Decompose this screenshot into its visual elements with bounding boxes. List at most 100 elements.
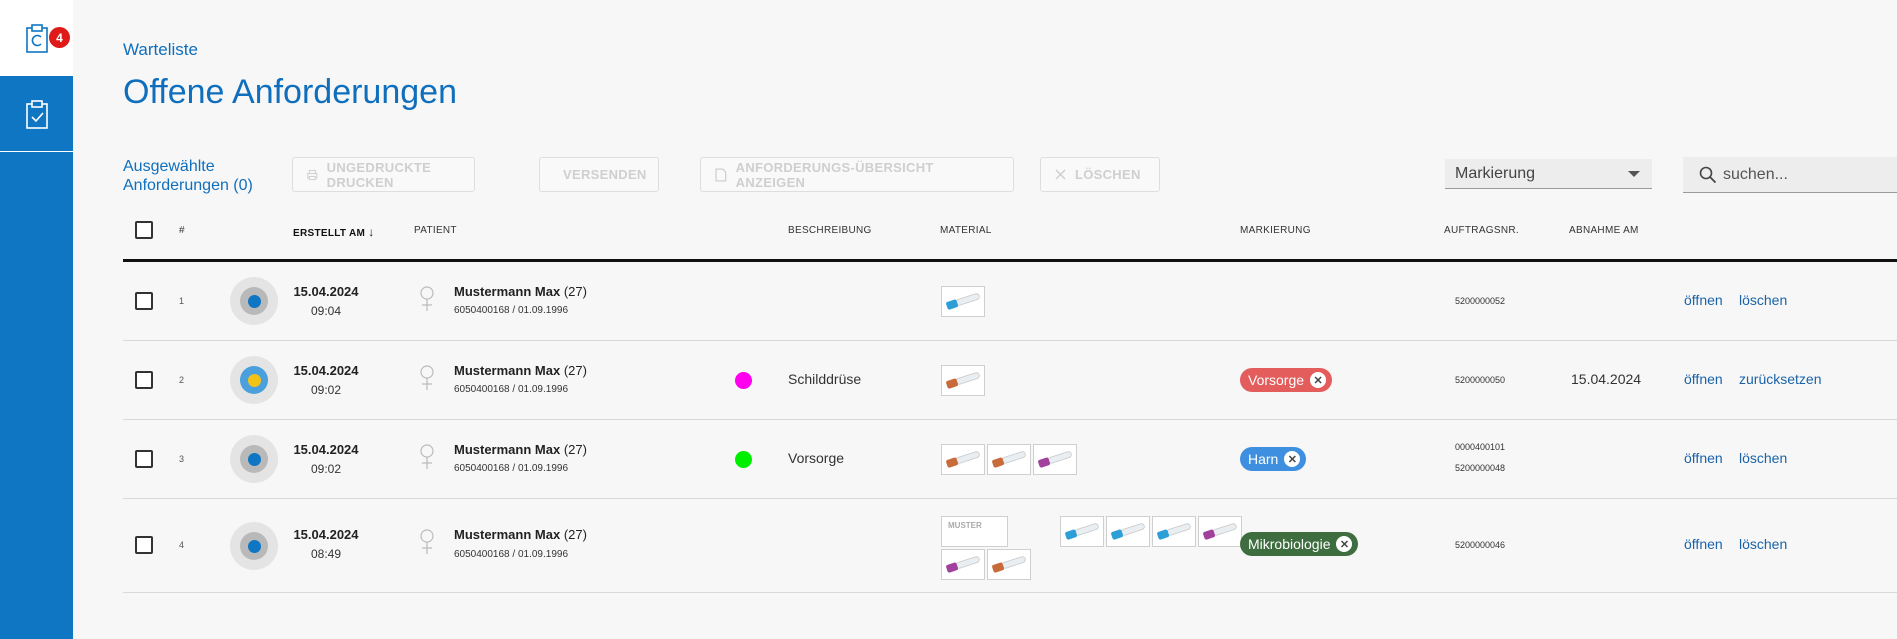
tube-icon <box>946 293 980 310</box>
patient-name: Mustermann Max (27) <box>454 363 587 378</box>
printer-icon <box>307 169 318 180</box>
patient-age: (27) <box>563 363 587 378</box>
marker-tag: Mikrobiologie ✕ <box>1240 532 1359 556</box>
delete-link[interactable]: löschen <box>1739 292 1787 308</box>
patient-id: 6050400168 / 01.09.1996 <box>454 384 568 395</box>
delete-link[interactable]: löschen <box>1739 450 1787 466</box>
search-input[interactable] <box>1723 165 1893 184</box>
patient-name-text: Mustermann Max <box>454 284 561 299</box>
patient-name: Mustermann Max (27) <box>454 527 587 542</box>
tube-icon <box>1203 523 1237 540</box>
material-tube-blue <box>1106 516 1150 547</box>
notification-badge: 4 <box>49 27 70 48</box>
material-tube-blue <box>941 286 985 317</box>
status-dot <box>247 294 261 308</box>
open-link[interactable]: öffnen <box>1684 371 1723 387</box>
remove-tag-icon[interactable]: ✕ <box>1284 451 1301 467</box>
marker-tag: Harn ✕ <box>1240 447 1307 471</box>
row-number: 1 <box>179 296 185 306</box>
material-tube-orange <box>987 444 1031 475</box>
delete-link[interactable]: löschen <box>1739 536 1787 552</box>
row-number: 3 <box>179 454 185 464</box>
table-row[interactable]: 1 15.04.2024 09:04 Mustermann Max (27) 6… <box>123 262 1897 341</box>
material-tube-purple <box>1198 516 1242 547</box>
patient-name: Mustermann Max (27) <box>454 284 587 299</box>
table-row[interactable]: 2 15.04.2024 09:02 Mustermann Max (27) 6… <box>123 341 1897 420</box>
column-header-number: # <box>179 225 185 236</box>
sidebar-item-waitlist[interactable]: 4 <box>0 0 73 76</box>
patient-id: 6050400168 / 01.09.1996 <box>454 305 568 316</box>
patient-name-text: Mustermann Max <box>454 442 561 457</box>
main-content: Warteliste Offene Anforderungen Ausgewäh… <box>73 0 1897 639</box>
row-checkbox[interactable] <box>135 450 153 468</box>
breadcrumb[interactable]: Warteliste <box>123 40 198 60</box>
status-dot <box>247 373 261 387</box>
created-time: 09:02 <box>310 462 342 476</box>
row-number: 4 <box>179 540 185 550</box>
sample-label-text: MUSTER <box>948 521 982 530</box>
column-header-patient: PATIENT <box>414 225 457 236</box>
row-checkbox[interactable] <box>135 292 153 310</box>
table-row[interactable]: 3 15.04.2024 09:02 Mustermann Max (27) 6… <box>123 420 1897 499</box>
reset-link[interactable]: zurücksetzen <box>1739 371 1821 387</box>
search-box <box>1683 157 1897 193</box>
female-icon <box>420 286 434 311</box>
column-header-material: MATERIAL <box>940 225 992 236</box>
sidebar: 4 <box>0 0 73 639</box>
show-overview-label: ANFORDERUNGS-ÜBERSICHT ANZEIGEN <box>735 159 934 190</box>
page-title: Offene Anforderungen <box>123 73 457 111</box>
column-header-created-label: ERSTELLT AM <box>293 228 366 239</box>
column-header-marker: MARKIERUNG <box>1240 225 1311 236</box>
marker-tag-label: Harn <box>1248 451 1279 467</box>
marker-tag-label: Vorsorge <box>1248 372 1305 388</box>
created-time: 08:49 <box>310 547 342 561</box>
select-all-checkbox[interactable] <box>135 221 153 239</box>
marker-filter-select[interactable]: Markierung <box>1445 159 1652 189</box>
row-number: 2 <box>179 375 185 385</box>
selected-count-line2: Anforderungen (0) <box>123 177 253 194</box>
status-indicator <box>230 356 278 404</box>
tube-icon <box>946 372 980 389</box>
open-link[interactable]: öffnen <box>1684 292 1723 308</box>
female-icon <box>420 444 434 469</box>
order-number: 5200000046 <box>1455 540 1506 550</box>
created-date: 15.04.2024 <box>293 442 359 457</box>
status-indicator <box>230 277 278 325</box>
collected-date: 15.04.2024 <box>1571 371 1642 387</box>
tube-icon <box>992 451 1026 468</box>
table-row[interactable]: 4 15.04.2024 08:49 Mustermann Max (27) 6… <box>123 499 1897 593</box>
column-header-created[interactable]: ERSTELLT AM ↓ <box>293 225 375 239</box>
order-number: 5200000048 <box>1455 463 1506 473</box>
marker-filter-value: Markierung <box>1455 165 1536 182</box>
created-date: 15.04.2024 <box>293 284 359 299</box>
print-unprinted-button[interactable]: UNGEDRUCKTE DRUCKEN <box>292 157 475 192</box>
status-dot <box>247 452 261 466</box>
send-label: VERSENDEN <box>563 167 647 182</box>
tube-icon <box>946 451 980 468</box>
row-checkbox[interactable] <box>135 371 153 389</box>
created-time: 09:04 <box>310 304 342 318</box>
document-icon <box>715 168 727 181</box>
tube-icon <box>1111 523 1145 540</box>
description-color-dot <box>735 451 752 468</box>
material-tube-blue <box>1152 516 1196 547</box>
material-tube-purple <box>941 549 985 580</box>
female-icon <box>420 365 434 390</box>
material-sample-label: MUSTER <box>941 516 1008 547</box>
status-indicator <box>230 522 278 570</box>
open-link[interactable]: öffnen <box>1684 450 1723 466</box>
show-overview-button[interactable]: ANFORDERUNGS-ÜBERSICHT ANZEIGEN <box>700 157 1014 192</box>
column-header-description: BESCHREIBUNG <box>788 225 872 236</box>
remove-tag-icon[interactable]: ✕ <box>1310 372 1327 388</box>
material-tube-purple <box>1033 444 1077 475</box>
row-checkbox[interactable] <box>135 536 153 554</box>
close-icon <box>1055 169 1066 180</box>
open-link[interactable]: öffnen <box>1684 536 1723 552</box>
remove-tag-icon[interactable]: ✕ <box>1336 536 1353 552</box>
description-color-dot <box>735 372 752 389</box>
selected-count-line1: Ausgewählte <box>123 158 215 175</box>
send-button[interactable]: VERSENDEN <box>539 157 659 192</box>
delete-selected-button[interactable]: LÖSCHEN <box>1040 157 1160 192</box>
sidebar-item-completed[interactable] <box>0 76 73 152</box>
selected-count-label: Ausgewählte Anforderungen (0) <box>123 157 253 195</box>
